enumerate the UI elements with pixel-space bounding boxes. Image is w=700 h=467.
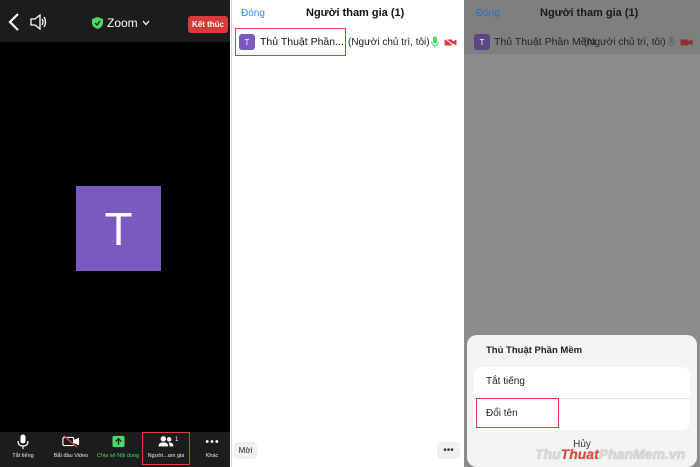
- end-meeting-button[interactable]: Kết thúc: [188, 16, 228, 33]
- watermark: ThuThuatPhanMem.vn: [535, 446, 685, 462]
- participant-avatar-large: T: [76, 186, 161, 271]
- mute-button[interactable]: Tắt tiếng: [8, 434, 38, 466]
- participant-avatar-dimmed: T: [474, 34, 490, 50]
- video-off-icon-dimmed: [680, 39, 693, 46]
- participant-role-dimmed: (Người chủ trì, tôi): [584, 37, 666, 48]
- participants-header: Đóng Người tham gia (1): [231, 0, 463, 30]
- participants-screen: Đóng Người tham gia (1) T Thủ Thuật Phần…: [231, 0, 463, 467]
- action-sheet-title: Thủ Thuật Phần Mềm: [486, 345, 583, 356]
- participants-bottom-bar: [231, 437, 463, 467]
- highlight-box-participant-name: [235, 28, 346, 56]
- video-off-icon: [62, 435, 80, 448]
- share-content-label: Chia sẻ Nội dung: [96, 453, 140, 459]
- highlight-box-rename: [476, 398, 559, 428]
- close-button-dimmed[interactable]: Đóng: [476, 8, 500, 19]
- participants-title-dimmed: Người tham gia (1): [540, 7, 639, 19]
- panel-divider: [231, 0, 232, 467]
- participants-title: Người tham gia (1): [306, 7, 405, 19]
- watermark-part1: Thu: [535, 446, 561, 462]
- more-dots-icon: [205, 440, 219, 443]
- microphone-icon-dimmed: [667, 36, 675, 47]
- participant-name-dimmed: Thủ Thuật Phần Mềm: [494, 36, 596, 48]
- invite-button[interactable]: Mời: [234, 442, 257, 459]
- meeting-toolbar: Tắt tiếng Bắt đầu Video Chia sẻ Nội dung: [0, 432, 230, 467]
- watermark-suffix: .vn: [664, 446, 686, 462]
- participant-role: (Người chủ trì, tôi): [348, 37, 430, 48]
- meeting-title-text: Zoom: [107, 16, 138, 30]
- close-button[interactable]: Đóng: [241, 8, 265, 19]
- microphone-icon: [431, 36, 439, 48]
- video-off-icon: [444, 38, 457, 47]
- participant-actions-screen: Đóng Người tham gia (1) T Thủ Thuật Phần…: [464, 0, 700, 467]
- meeting-title[interactable]: Zoom: [92, 14, 150, 32]
- speaker-icon[interactable]: [30, 14, 48, 30]
- microphone-icon: [17, 434, 29, 449]
- share-screen-icon: [111, 435, 125, 448]
- meeting-top-bar: Zoom Kết thúc: [0, 0, 230, 42]
- chevron-down-icon: [142, 20, 150, 26]
- more-button[interactable]: Khác: [198, 434, 226, 466]
- more-options-button[interactable]: •••: [437, 442, 460, 459]
- share-content-button[interactable]: Chia sẻ Nội dung: [96, 434, 140, 466]
- start-video-button[interactable]: Bắt đầu Video: [49, 434, 93, 466]
- mute-option[interactable]: Tắt tiếng: [474, 367, 690, 398]
- start-video-label: Bắt đầu Video: [53, 453, 89, 459]
- dimmed-header: Đóng Người tham gia (1) T Thủ Thuật Phần…: [464, 0, 700, 54]
- mute-option-label: Tắt tiếng: [486, 376, 525, 387]
- watermark-part3: PhanMem: [598, 446, 665, 462]
- mute-label: Tắt tiếng: [12, 453, 34, 459]
- back-arrow-icon[interactable]: [6, 12, 24, 32]
- meeting-screen: Zoom Kết thúc T Tắt tiếng Bắt đầu Video: [0, 0, 230, 467]
- watermark-part2: Thuat: [560, 446, 599, 462]
- highlight-box-participants: [142, 432, 190, 465]
- shield-icon: [92, 17, 103, 29]
- more-label: Khác: [205, 453, 219, 459]
